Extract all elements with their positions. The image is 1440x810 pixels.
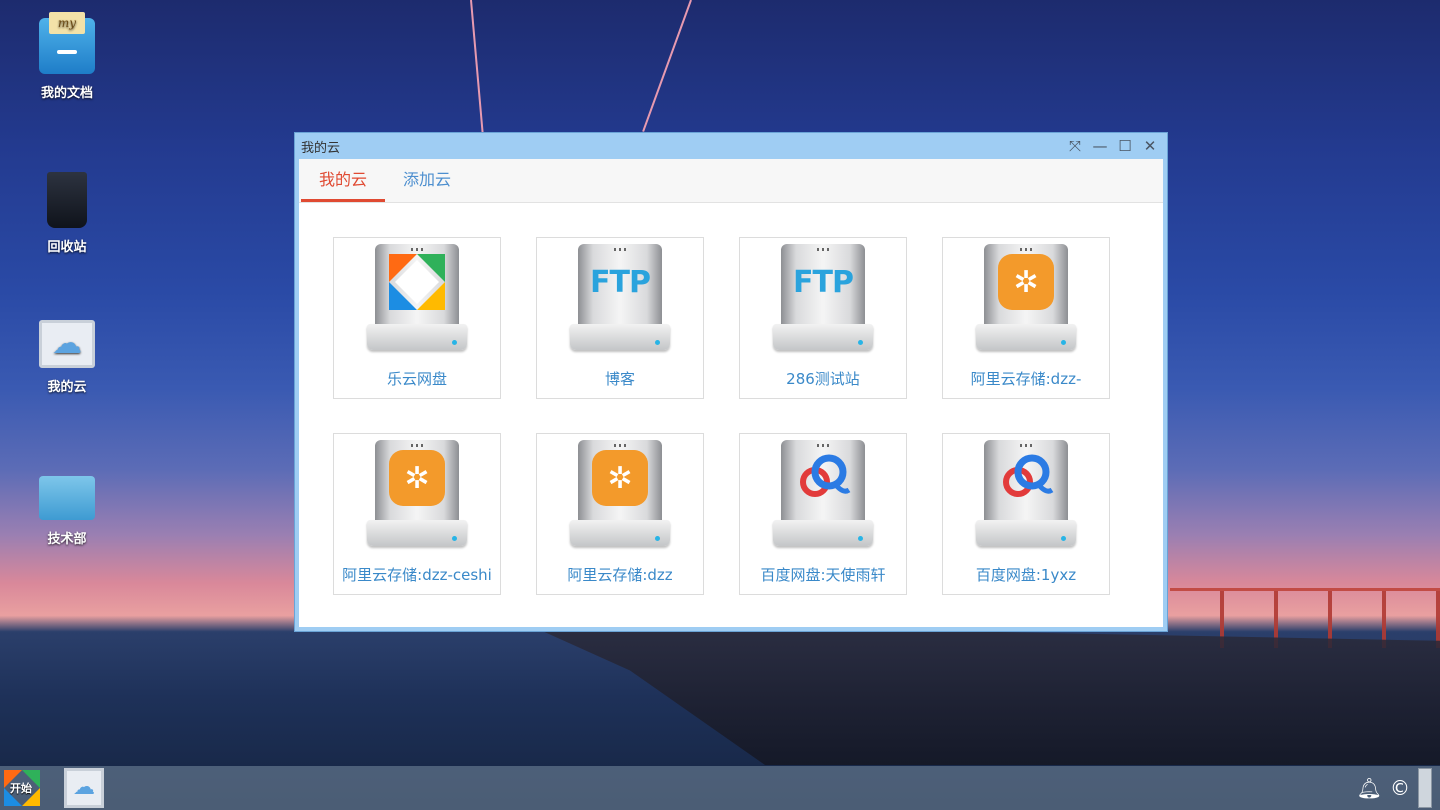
cloud-item[interactable]: 百度网盘:天使雨轩 <box>739 433 907 595</box>
cloud-item[interactable]: FTP 286测试站 <box>739 237 907 399</box>
cloud-item-label: 阿里云存储:dzz-ceshi <box>342 566 492 584</box>
drive-icon: ✲ <box>976 244 1076 350</box>
desktop-icon-my-documents[interactable]: 我的文档 <box>22 12 112 101</box>
maximize-icon[interactable]: ☐ <box>1114 136 1136 156</box>
drive-icon <box>773 440 873 546</box>
aliyun-logo-icon: ✲ <box>592 450 648 506</box>
sky-streak <box>642 0 692 132</box>
copyright-icon[interactable]: © <box>1390 776 1410 800</box>
folder-cabinet-icon <box>39 12 95 74</box>
close-icon[interactable]: ✕ <box>1139 136 1161 156</box>
cloud-item-label: 博客 <box>604 370 635 388</box>
cloud-item[interactable]: 百度网盘:1yxz <box>942 433 1110 595</box>
cloud-item-label: 乐云网盘 <box>386 370 447 388</box>
pier-silhouette <box>540 630 1440 765</box>
baidu-pan-logo-icon <box>998 450 1054 506</box>
drive-icon <box>367 244 467 350</box>
cloud-item[interactable]: ✲ 阿里云存储:dzz <box>536 433 704 595</box>
desktop-icon-label: 我的云 <box>47 380 87 395</box>
cloud-item-label: 阿里云存储:dzz <box>567 566 673 584</box>
drive-icon: ✲ <box>367 440 467 546</box>
start-label: 开始 <box>10 782 32 795</box>
my-cloud-window: 我的云 ⤧ — ☐ ✕ 我的云 添加云 乐云网盘 FTP 博客 FTP 286测… <box>294 132 1168 632</box>
aliyun-logo-icon: ✲ <box>389 450 445 506</box>
taskbar: 开始 🔔︎ © <box>0 766 1440 810</box>
desktop-icon-tech-dept[interactable]: 技术部 <box>22 470 112 547</box>
aliyun-logo-icon: ✲ <box>998 254 1054 310</box>
cloud-item-label: 阿里云存储:dzz- <box>970 370 1082 388</box>
tab-add-cloud[interactable]: 添加云 <box>385 166 469 202</box>
drive-icon <box>976 440 1076 546</box>
taskbar-app-my-cloud[interactable] <box>64 768 104 808</box>
tab-my-cloud[interactable]: 我的云 <box>301 166 386 202</box>
bell-icon[interactable]: 🔔︎ <box>1357 776 1382 800</box>
drive-icon: ✲ <box>570 440 670 546</box>
show-desktop-handle[interactable] <box>1418 768 1432 808</box>
window-title: 我的云 <box>301 140 341 156</box>
desktop-icon-label: 我的文档 <box>40 86 93 101</box>
trash-icon <box>47 172 87 228</box>
desktop-icon-label: 技术部 <box>47 532 87 547</box>
drive-icon: FTP <box>773 244 873 350</box>
ftp-logo-icon: FTP <box>590 264 651 300</box>
cloud-item-label: 286测试站 <box>786 370 860 388</box>
baidu-pan-logo-icon <box>795 450 851 506</box>
cloud-item-label: 百度网盘:天使雨轩 <box>760 566 886 584</box>
cloud-computer-icon <box>39 320 95 368</box>
tab-bar: 我的云 添加云 <box>299 159 1163 203</box>
ftp-logo-icon: FTP <box>793 264 854 300</box>
cloud-item[interactable]: 乐云网盘 <box>333 237 501 399</box>
cloud-item[interactable]: FTP 博客 <box>536 237 704 399</box>
folder-shortcut-icon <box>39 476 95 520</box>
cloud-item[interactable]: ✲ 阿里云存储:dzz-ceshi <box>333 433 501 595</box>
window-content: 我的云 添加云 乐云网盘 FTP 博客 FTP 286测试站 ✲ 阿里云存储:d… <box>299 159 1163 627</box>
desktop-icon-my-cloud[interactable]: 我的云 <box>22 320 112 395</box>
drive-icon: FTP <box>570 244 670 350</box>
desktop-icon-recycle-bin[interactable]: 回收站 <box>22 172 112 255</box>
start-button[interactable]: 开始 <box>4 770 40 806</box>
sky-streak <box>470 0 484 135</box>
leyun-logo-icon <box>389 254 445 310</box>
cloud-grid: 乐云网盘 FTP 博客 FTP 286测试站 ✲ 阿里云存储:dzz- ✲ 阿里… <box>333 237 1110 595</box>
cloud-item-label: 百度网盘:1yxz <box>975 566 1077 584</box>
cloud-item[interactable]: ✲ 阿里云存储:dzz- <box>942 237 1110 399</box>
desktop-icon-label: 回收站 <box>47 240 87 255</box>
fullscreen-icon[interactable]: ⤧ <box>1064 136 1086 156</box>
system-tray: 🔔︎ © <box>1357 768 1440 808</box>
minimize-icon[interactable]: — <box>1089 136 1111 156</box>
window-titlebar[interactable]: 我的云 ⤧ — ☐ ✕ <box>295 133 1167 159</box>
